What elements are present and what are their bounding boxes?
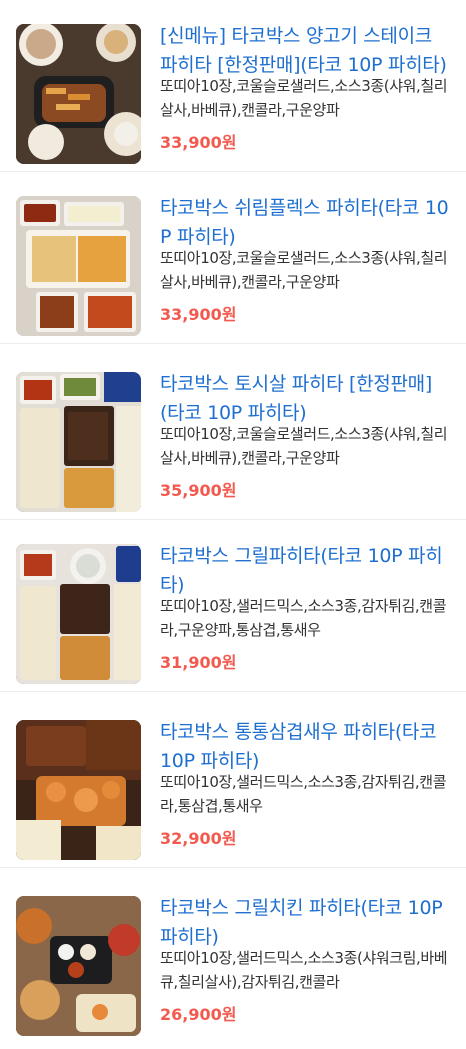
- product-item[interactable]: 타코박스 통통삼겹새우 파히타(타코 10P 파히타) 또띠아10장,샐러드믹스…: [0, 696, 466, 868]
- product-description: 또띠아10장,샐러드믹스,소스3종,감자튀김,캔콜라,통삼겹,통새우: [160, 773, 447, 815]
- product-title[interactable]: 타코박스 통통삼겹새우 파히타(타코 10P 파히타): [160, 718, 450, 776]
- product-item[interactable]: 타코박스 그릴파히타(타코 10P 파히타) 또띠아10장,샐러드믹스,소스3종…: [0, 520, 466, 692]
- product-list: [신메뉴] 타코박스 양고기 스테이크 파히타 [한정판매](타코 10P 파히…: [0, 0, 466, 1049]
- product-image[interactable]: [16, 24, 141, 164]
- product-price: 33,900원: [160, 305, 237, 324]
- product-item[interactable]: 타코박스 토시살 파히타 [한정판매](타코 10P 파히타) 또띠아10장,코…: [0, 348, 466, 520]
- product-image[interactable]: [16, 196, 141, 336]
- product-description: 또띠아10장,샐러드믹스,소스3종(샤워크림,바베큐,칠리살사),감자튀김,캔콜…: [160, 949, 448, 991]
- product-title[interactable]: 타코박스 그릴치킨 파히타(타코 10P 파히타): [160, 894, 450, 952]
- product-description: 또띠아10장,코울슬로샐러드,소스3종(샤워,칠리살사,바베큐),캔콜라,구운양…: [160, 249, 448, 291]
- product-image[interactable]: [16, 720, 141, 860]
- product-price: 31,900원: [160, 653, 237, 672]
- product-price: 32,900원: [160, 829, 237, 848]
- product-title[interactable]: 타코박스 쉬림플렉스 파히타(타코 10P 파히타): [160, 194, 450, 252]
- product-title[interactable]: [신메뉴] 타코박스 양고기 스테이크 파히타 [한정판매](타코 10P 파히…: [160, 22, 450, 80]
- product-description: 또띠아10장,코울슬로샐러드,소스3종(샤워,칠리살사,바베큐),캔콜라,구운양…: [160, 425, 448, 467]
- product-item[interactable]: [신메뉴] 타코박스 양고기 스테이크 파히타 [한정판매](타코 10P 파히…: [0, 0, 466, 172]
- product-price: 35,900원: [160, 481, 237, 500]
- product-title[interactable]: 타코박스 그릴파히타(타코 10P 파히타): [160, 542, 450, 600]
- product-price: 26,900원: [160, 1005, 237, 1024]
- product-image[interactable]: [16, 372, 141, 512]
- product-image[interactable]: [16, 896, 141, 1036]
- product-description: 또띠아10장,코울슬로샐러드,소스3종(샤워,칠리살사,바베큐),캔콜라,구운양…: [160, 77, 448, 119]
- product-price: 33,900원: [160, 133, 237, 152]
- product-image[interactable]: [16, 544, 141, 684]
- product-description: 또띠아10장,샐러드믹스,소스3종,감자튀김,캔콜라,구운양파,통삼겹,통새우: [160, 597, 447, 639]
- product-item[interactable]: 타코박스 쉬림플렉스 파히타(타코 10P 파히타) 또띠아10장,코울슬로샐러…: [0, 172, 466, 344]
- product-title[interactable]: 타코박스 토시살 파히타 [한정판매](타코 10P 파히타): [160, 370, 450, 428]
- product-item[interactable]: 타코박스 그릴치킨 파히타(타코 10P 파히타) 또띠아10장,샐러드믹스,소…: [0, 872, 466, 1044]
